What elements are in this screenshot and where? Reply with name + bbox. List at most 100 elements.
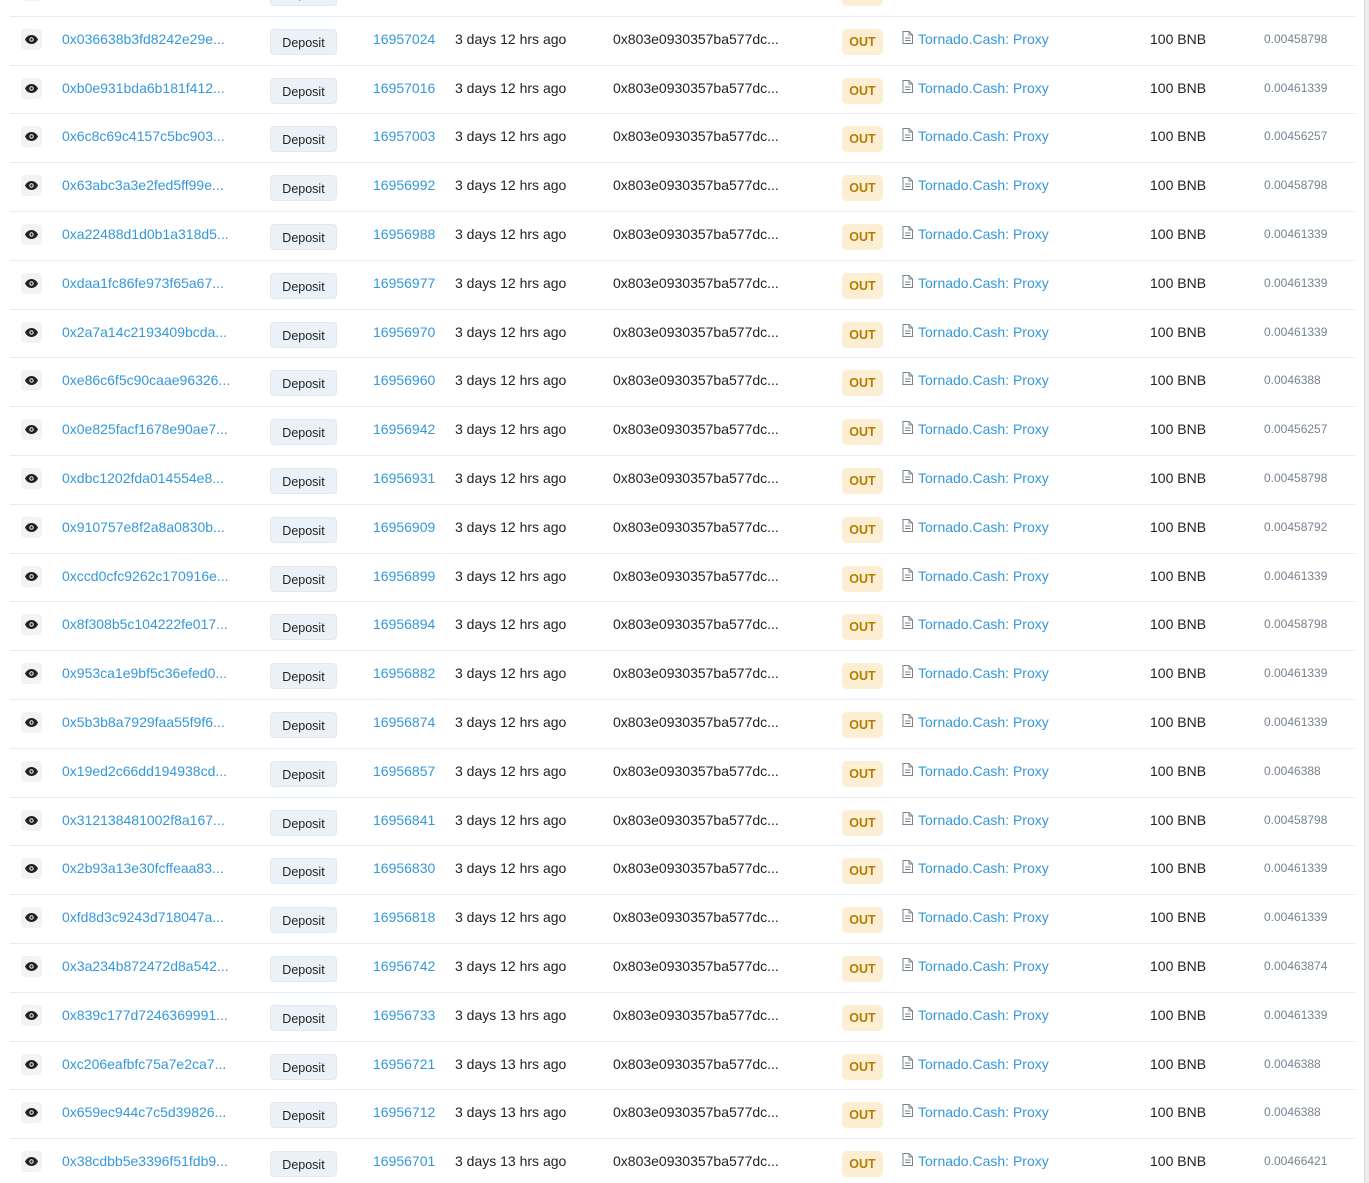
eye-icon[interactable] [21,370,42,392]
eye-icon[interactable] [21,955,42,977]
eye-icon[interactable] [21,614,42,636]
block-link[interactable]: 16956733 [373,1007,435,1023]
eye-icon[interactable] [21,1151,42,1173]
block-link[interactable]: 16956992 [373,177,435,193]
eye-icon[interactable] [21,1102,42,1124]
to-address-link[interactable]: Tornado.Cash: Proxy [918,128,1049,144]
txn-fee-text: 0.00466421 [1264,1154,1328,1169]
txn-hash-link[interactable]: 0x659ec944c7c5d39826... [62,1104,226,1120]
txn-hash-link[interactable]: 0x2b93a13e30fcffeaa83... [62,860,224,876]
to-address-link[interactable]: Tornado.Cash: Proxy [918,324,1049,340]
block-link[interactable]: 16956970 [373,324,435,340]
txn-hash-link[interactable]: 0x6c8c69c4157c5bc903... [62,128,225,144]
eye-icon[interactable] [21,760,42,782]
to-address-link[interactable]: Tornado.Cash: Proxy [918,421,1049,437]
to-address-link[interactable]: Tornado.Cash: Proxy [918,470,1049,486]
to-address-link[interactable]: Tornado.Cash: Proxy [918,372,1049,388]
block-link[interactable]: 16956742 [373,958,435,974]
to-address-link[interactable]: Tornado.Cash: Proxy [918,177,1049,193]
txn-hash-link[interactable]: 0x3a234b872472d8a542... [62,958,229,974]
block-link[interactable]: 16956882 [373,665,435,681]
to-address-link[interactable]: Tornado.Cash: Proxy [918,1007,1049,1023]
to-address-link[interactable]: Tornado.Cash: Proxy [918,1153,1049,1169]
eye-icon[interactable] [21,0,42,1]
txn-hash-link[interactable]: 0xe86c6f5c90caae96326... [62,372,230,388]
eye-icon[interactable] [21,321,42,343]
block-link[interactable]: 16956899 [373,568,435,584]
txn-hash-link[interactable]: 0xc206eafbfc75a7e2ca7... [62,1056,226,1072]
txn-hash-link[interactable]: 0xb0e931bda6b181f412... [62,80,225,96]
block-link[interactable]: 16956818 [373,909,435,925]
block-link[interactable]: 16957003 [373,128,435,144]
block-link[interactable]: 16957016 [373,80,435,96]
contract-icon [902,860,913,876]
txn-hash-link[interactable]: 0xfd8d3c9243d718047a... [62,909,224,925]
eye-icon[interactable] [21,516,42,538]
block-link[interactable]: 16956857 [373,763,435,779]
block-link[interactable]: 16956960 [373,372,435,388]
txn-hash-link[interactable]: 0xa22488d1d0b1a318d5... [62,226,229,242]
to-address-link[interactable]: Tornado.Cash: Proxy [918,519,1049,535]
txn-hash-link[interactable]: 0x036638b3fd8242e29e... [62,31,225,47]
block-link[interactable]: 16956931 [373,470,435,486]
eye-icon[interactable] [21,858,42,880]
to-address-link[interactable]: Tornado.Cash: Proxy [918,616,1049,632]
block-link[interactable]: 16956712 [373,1104,435,1120]
to-address-link[interactable]: Tornado.Cash: Proxy [918,909,1049,925]
block-link[interactable]: 16956701 [373,1153,435,1169]
eye-icon[interactable] [21,809,42,831]
to-address-link[interactable]: Tornado.Cash: Proxy [918,275,1049,291]
txn-hash-link[interactable]: 0x312138481002f8a167... [62,812,225,828]
block-link[interactable]: 16956942 [373,421,435,437]
txn-hash-link[interactable]: 0x19ed2c66dd194938cd... [62,763,227,779]
eye-icon[interactable] [21,907,42,929]
to-address-link[interactable]: Tornado.Cash: Proxy [918,226,1049,242]
vertical-scrollbar[interactable] [1364,0,1369,1183]
to-address-link[interactable]: Tornado.Cash: Proxy [918,763,1049,779]
txn-hash-link[interactable]: 0x0e825facf1678e90ae7... [62,421,228,437]
to-address-link[interactable]: Tornado.Cash: Proxy [918,80,1049,96]
eye-icon[interactable] [21,175,42,197]
to-address-link[interactable]: Tornado.Cash: Proxy [918,812,1049,828]
eye-icon[interactable] [21,711,42,733]
block-link[interactable]: 16956830 [373,860,435,876]
to-address-link[interactable]: Tornado.Cash: Proxy [918,665,1049,681]
eye-icon[interactable] [21,663,42,685]
txn-hash-link[interactable]: 0x63abc3a3e2fed5ff99e... [62,177,224,193]
txn-hash-link[interactable]: 0x910757e8f2a8a0830b... [62,519,225,535]
eye-icon[interactable] [21,565,42,587]
txn-hash-link[interactable]: 0xdaa1fc86fe973f65a67... [62,275,224,291]
to-address-link[interactable]: Tornado.Cash: Proxy [918,860,1049,876]
eye-icon[interactable] [21,223,42,245]
to-address-link[interactable]: Tornado.Cash: Proxy [918,31,1049,47]
eye-icon[interactable] [21,419,42,441]
to-address-link[interactable]: Tornado.Cash: Proxy [918,1056,1049,1072]
txn-hash-link[interactable]: 0x839c177d7246369991... [62,1007,228,1023]
block-link[interactable]: 16956874 [373,714,435,730]
txn-hash-link[interactable]: 0x38cdbb5e3396f51fdb9... [62,1153,228,1169]
eye-icon[interactable] [21,1004,42,1026]
txn-hash-link[interactable]: 0x8f308b5c104222fe017... [62,616,228,632]
eye-icon[interactable] [21,28,42,50]
to-address-link[interactable]: Tornado.Cash: Proxy [918,1104,1049,1120]
block-link[interactable]: 16956721 [373,1056,435,1072]
eye-icon[interactable] [21,126,42,148]
block-link[interactable]: 16956841 [373,812,435,828]
eye-icon[interactable] [21,272,42,294]
txn-hash-link[interactable]: 0x2a7a14c2193409bcda... [62,324,227,340]
block-link[interactable]: 16956977 [373,275,435,291]
eye-icon[interactable] [21,77,42,99]
to-address-link[interactable]: Tornado.Cash: Proxy [918,958,1049,974]
block-link[interactable]: 16956909 [373,519,435,535]
eye-icon[interactable] [21,1053,42,1075]
to-address-link[interactable]: Tornado.Cash: Proxy [918,714,1049,730]
to-address-link[interactable]: Tornado.Cash: Proxy [918,568,1049,584]
txn-hash-link[interactable]: 0xdbc1202fda014554e8... [62,470,224,486]
block-link[interactable]: 16956988 [373,226,435,242]
block-link[interactable]: 16957024 [373,31,435,47]
txn-hash-link[interactable]: 0xccd0cfc9262c170916e... [62,568,229,584]
block-link[interactable]: 16956894 [373,616,435,632]
txn-hash-link[interactable]: 0x5b3b8a7929faa55f9f6... [62,714,225,730]
eye-icon[interactable] [21,467,42,489]
txn-hash-link[interactable]: 0x953ca1e9bf5c36efed0... [62,665,227,681]
